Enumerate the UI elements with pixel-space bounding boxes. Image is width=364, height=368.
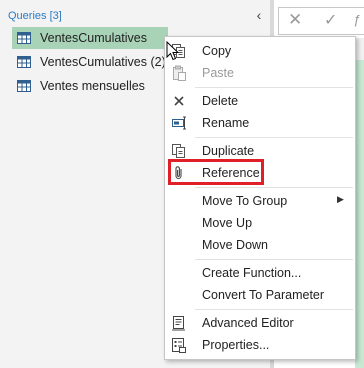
menu-separator (195, 259, 353, 260)
menu-item-properties[interactable]: Properties... (165, 334, 355, 356)
rename-icon (172, 116, 186, 130)
menu-item-move-up[interactable]: Move Up (165, 212, 355, 234)
submenu-arrow-icon: ▶ (337, 194, 344, 204)
cancel-icon[interactable]: ✕ (288, 10, 302, 30)
duplicate-icon (172, 144, 185, 158)
query-label: VentesCumulatives (2) (40, 55, 166, 69)
confirm-icon[interactable]: ✓ (324, 10, 337, 30)
query-label: VentesCumulatives (40, 31, 148, 45)
query-item-ventescumulatives[interactable]: VentesCumulatives (12, 27, 168, 49)
menu-item-rename[interactable]: Rename (165, 112, 355, 134)
menu-separator (195, 87, 353, 88)
menu-separator (195, 309, 353, 310)
menu-separator (195, 187, 353, 188)
menu-item-label: Advanced Editor (202, 316, 294, 330)
menu-item-label: Duplicate (202, 144, 255, 158)
paste-icon (173, 65, 186, 81)
menu-item-label: Create Function... (202, 266, 302, 280)
menu-item-label: Delete (202, 94, 239, 108)
query-item-ventes-mensuelles[interactable]: Ventes mensuelles (12, 75, 166, 97)
menu-item-label: Move To Group (202, 194, 288, 208)
menu-item-label: Move Down (202, 238, 268, 252)
context-menu: Copy Paste Delete Rename Duplicate Refer… (164, 36, 356, 360)
fx-icon: ƒ (353, 12, 361, 27)
menu-separator (195, 137, 353, 138)
menu-item-convert-to-parameter[interactable]: Convert To Parameter (165, 284, 355, 306)
menu-item-label: Paste (202, 66, 234, 80)
menu-item-label: Convert To Parameter (202, 288, 325, 302)
menu-item-label: Properties... (202, 338, 270, 352)
chevron-left-icon[interactable]: ‹ (252, 7, 266, 23)
table-icon (17, 56, 31, 68)
menu-item-delete[interactable]: Delete (165, 90, 355, 112)
menu-item-label: Move Up (202, 216, 253, 230)
menu-item-paste[interactable]: Paste (165, 62, 355, 84)
menu-item-label: Copy (202, 44, 232, 58)
advanced-editor-icon (172, 316, 185, 331)
menu-item-move-to-group[interactable]: Move To Group ▶ (165, 190, 355, 212)
properties-icon (172, 338, 186, 353)
reference-highlight-box (168, 159, 264, 185)
table-icon (17, 80, 31, 92)
delete-icon (174, 96, 184, 106)
mouse-cursor-icon (166, 41, 180, 61)
menu-item-create-function[interactable]: Create Function... (165, 262, 355, 284)
query-item-ventescumulatives-2[interactable]: VentesCumulatives (2) (12, 51, 166, 73)
query-label: Ventes mensuelles (40, 79, 145, 93)
menu-item-advanced-editor[interactable]: Advanced Editor (165, 312, 355, 334)
table-icon (17, 32, 31, 44)
menu-item-move-down[interactable]: Move Down (165, 234, 355, 256)
menu-item-label: Rename (202, 116, 250, 130)
queries-header: Queries [3] (8, 10, 62, 22)
menu-item-copy[interactable]: Copy (165, 40, 355, 62)
grid-column-highlight (355, 60, 364, 368)
